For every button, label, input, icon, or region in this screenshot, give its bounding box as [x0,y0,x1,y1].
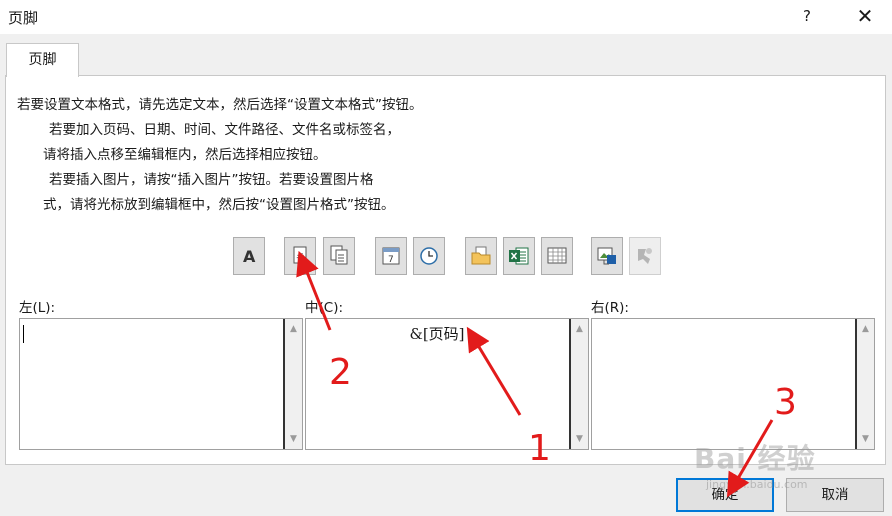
format-picture-button[interactable] [629,237,661,275]
insert-page-count-button[interactable] [323,237,355,275]
right-scrollbar[interactable]: ▲ ▼ [855,319,874,449]
insert-page-number-icon: # [293,246,307,264]
close-button[interactable]: ✕ [852,4,878,28]
left-scrollbar[interactable]: ▲ ▼ [283,319,302,449]
center-scrollbar[interactable]: ▲ ▼ [569,319,588,449]
help-button[interactable]: ? [794,4,820,28]
insert-file-path-icon [471,246,491,265]
scroll-up-icon[interactable]: ▲ [285,321,302,337]
instruction-line-5: 式，请将光标放到编辑框中，然后按“设置图片格式”按钮。 [43,197,395,213]
insert-page-number-button[interactable]: # [284,237,316,275]
scroll-up-icon[interactable]: ▲ [857,321,874,337]
baidu-watermark: Bai 经验 [694,442,816,475]
insert-time-icon [420,247,438,265]
center-section-label: 中(C): [305,300,344,316]
instruction-line-1: 若要设置文本格式，请先选定文本，然后选择“设置文本格式”按钮。 [17,97,423,113]
title-bar: 页脚 ? ✕ [0,0,892,34]
insert-sheet-name-button[interactable] [541,237,573,275]
annotation-number-1: 1 [528,428,551,469]
insert-file-name-icon [509,247,529,265]
left-section-content[interactable] [20,319,282,449]
insert-sheet-name-icon [547,247,567,264]
right-section-content[interactable] [592,319,854,449]
annotation-number-3: 3 [774,382,797,423]
insert-time-button[interactable] [413,237,445,275]
scroll-up-icon[interactable]: ▲ [571,321,588,337]
instruction-line-2: 若要加入页码、日期、时间、文件路径、文件名或标签名， [49,122,400,138]
left-section-label: 左(L): [19,300,56,316]
format-text-icon: A [243,247,256,266]
dialog-title: 页脚 [8,9,39,27]
insert-picture-icon [597,247,616,265]
insert-page-count-icon [330,245,348,265]
right-section-editbox[interactable]: ▲ ▼ [591,318,875,450]
insert-file-path-button[interactable] [465,237,497,275]
insert-date-icon: 7 [382,247,400,265]
right-section-label: 右(R): [591,300,629,316]
instruction-line-3: 请将插入点移至编辑框内，然后选择相应按钮。 [43,147,327,163]
svg-text:7: 7 [388,255,394,265]
annotation-number-2: 2 [329,352,352,393]
format-text-button[interactable]: A [233,237,265,275]
scroll-down-icon[interactable]: ▼ [857,431,874,447]
instruction-line-4: 若要插入图片，请按“插入图片”按钮。若要设置图片格 [49,172,374,188]
scroll-down-icon[interactable]: ▼ [571,431,588,447]
left-section-editbox[interactable]: ▲ ▼ [19,318,303,450]
insert-picture-button[interactable] [591,237,623,275]
svg-text:A: A [243,247,256,266]
baidu-watermark-url: jingyan.baidu.com [706,478,808,491]
tab-footer-label: 页脚 [28,52,57,68]
format-picture-icon [638,248,652,264]
svg-text:#: # [296,252,304,263]
insert-file-name-button[interactable] [503,237,535,275]
insert-date-button[interactable]: 7 [375,237,407,275]
scroll-down-icon[interactable]: ▼ [285,431,302,447]
tab-footer[interactable]: 页脚 [6,43,79,77]
